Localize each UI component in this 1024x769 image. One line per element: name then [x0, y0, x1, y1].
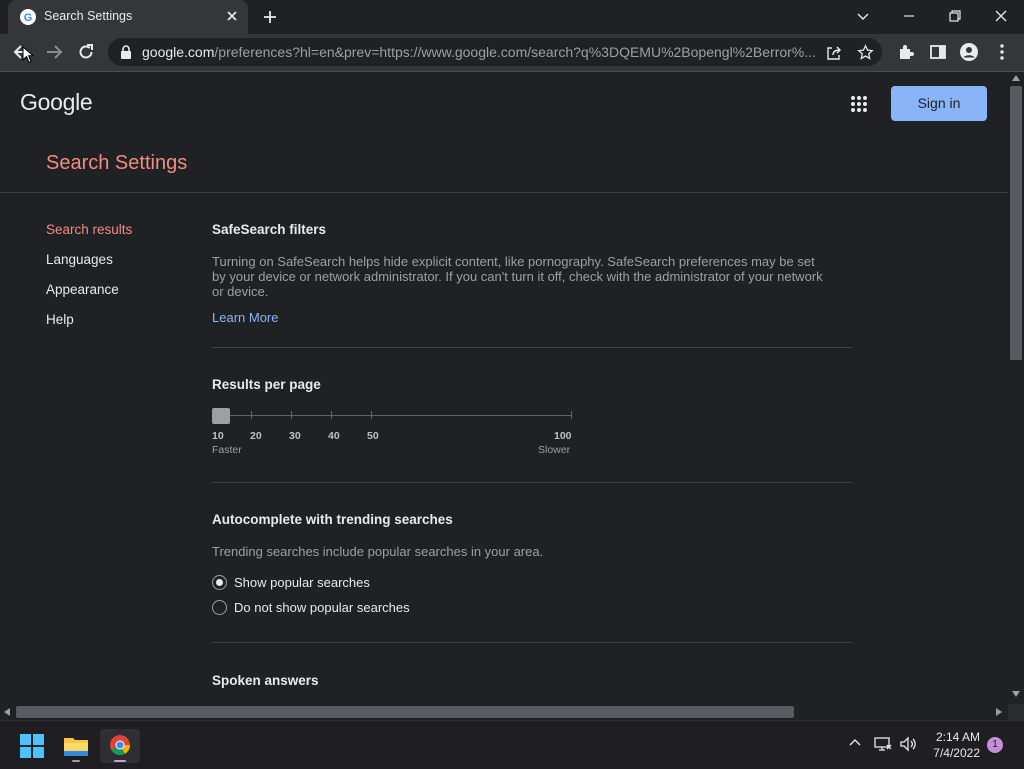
- new-tab-icon[interactable]: [262, 9, 278, 25]
- vertical-scrollbar[interactable]: [1008, 72, 1024, 704]
- scroll-up-icon[interactable]: [1012, 75, 1020, 81]
- safesearch-heading: SafeSearch filters: [212, 222, 327, 237]
- slider-label-10: 10: [212, 430, 224, 442]
- section-divider: [212, 347, 852, 348]
- settings-nav: Search results Languages Appearance Help: [46, 222, 132, 342]
- results-per-page-slider[interactable]: [212, 408, 572, 424]
- tab-title: Search Settings: [44, 9, 133, 23]
- google-favicon-icon: G: [20, 9, 36, 25]
- system-clock[interactable]: 2:14 AM 7/4/2022: [924, 729, 980, 761]
- nav-help[interactable]: Help: [46, 312, 132, 342]
- horizontal-scroll-thumb[interactable]: [16, 706, 794, 718]
- radio-show-popular[interactable]: [212, 575, 227, 590]
- svg-text:G: G: [24, 12, 33, 24]
- slider-tick: [331, 411, 332, 419]
- scroll-right-icon[interactable]: [996, 708, 1002, 716]
- slider-slower-label: Slower: [538, 444, 571, 456]
- radio-show-popular-label[interactable]: Show popular searches: [234, 575, 370, 590]
- results-per-page-heading: Results per page: [212, 377, 321, 392]
- nav-appearance[interactable]: Appearance: [46, 282, 132, 312]
- reload-icon[interactable]: [77, 43, 95, 61]
- bookmark-star-icon[interactable]: [857, 44, 874, 61]
- lock-icon[interactable]: [120, 45, 132, 59]
- nav-search-results[interactable]: Search results: [46, 222, 132, 252]
- tab-search-chevron-icon[interactable]: [856, 9, 870, 23]
- section-divider: [212, 482, 852, 483]
- mouse-cursor-icon: [22, 46, 34, 64]
- tab-strip: G Search Settings: [0, 0, 1024, 34]
- google-logo[interactable]: Google: [20, 89, 93, 116]
- safesearch-description-line-2: by your device or network administrator.…: [212, 269, 823, 284]
- slider-label-20: 20: [250, 430, 262, 442]
- profile-icon[interactable]: [960, 43, 978, 61]
- start-button[interactable]: [12, 729, 52, 763]
- tab-search-settings[interactable]: G Search Settings: [8, 0, 248, 34]
- header-divider: [0, 192, 1008, 193]
- url-host: google.com: [142, 44, 215, 60]
- slider-thumb[interactable]: [212, 408, 230, 424]
- nav-languages[interactable]: Languages: [46, 252, 132, 282]
- slider-tick: [291, 411, 292, 419]
- clock-time: 2:14 AM: [935, 730, 980, 744]
- scroll-down-icon[interactable]: [1012, 691, 1020, 697]
- page-viewport: Google Sign in Search Settings Search re…: [0, 72, 1008, 704]
- slider-label-30: 30: [289, 430, 301, 442]
- show-hidden-icons-icon[interactable]: [848, 736, 862, 750]
- safesearch-description-line-3: or device.: [212, 284, 269, 299]
- network-icon[interactable]: [874, 736, 892, 752]
- clock-date: 7/4/2022: [933, 746, 980, 760]
- volume-icon[interactable]: [899, 736, 917, 752]
- file-explorer-icon[interactable]: [56, 729, 96, 763]
- scrollbar-corner: [1008, 704, 1024, 720]
- forward-icon[interactable]: [44, 43, 64, 61]
- notification-badge[interactable]: 1: [987, 737, 1003, 753]
- tab-close-icon[interactable]: [226, 10, 238, 22]
- side-panel-icon[interactable]: [929, 43, 947, 61]
- slider-label-40: 40: [328, 430, 340, 442]
- slider-tick: [371, 411, 372, 419]
- slider-tick: [251, 411, 252, 419]
- slider-label-50: 50: [367, 430, 379, 442]
- scroll-left-icon[interactable]: [4, 708, 10, 716]
- radio-hide-popular[interactable]: [212, 600, 227, 615]
- apps-grid-icon[interactable]: [850, 95, 868, 113]
- section-divider: [212, 642, 852, 643]
- learn-more-link[interactable]: Learn More: [212, 310, 278, 325]
- share-icon[interactable]: [826, 45, 842, 61]
- chrome-taskbar-icon[interactable]: [100, 729, 140, 763]
- url-path: /preferences?hl=en&prev=https://www.goog…: [214, 44, 816, 60]
- menu-kebab-icon[interactable]: [994, 43, 1010, 61]
- page-title: Search Settings: [46, 152, 188, 174]
- address-bar[interactable]: google.com/preferences?hl=en&prev=https:…: [108, 38, 882, 66]
- slider-faster-label: Faster: [212, 444, 242, 456]
- spoken-answers-heading: Spoken answers: [212, 673, 319, 688]
- radio-hide-popular-label[interactable]: Do not show popular searches: [234, 600, 410, 615]
- taskbar: 2:14 AM 7/4/2022 1: [0, 720, 1024, 769]
- vertical-scroll-thumb[interactable]: [1010, 86, 1022, 360]
- autocomplete-description: Trending searches include popular search…: [212, 544, 544, 559]
- url-text[interactable]: google.com/preferences?hl=en&prev=https:…: [142, 44, 822, 60]
- autocomplete-heading: Autocomplete with trending searches: [212, 512, 453, 527]
- slider-label-100: 100: [554, 430, 572, 442]
- minimize-icon[interactable]: [902, 9, 916, 23]
- slider-track[interactable]: [212, 415, 572, 416]
- horizontal-scrollbar[interactable]: [0, 704, 1008, 720]
- safesearch-description-line-1: Turning on SafeSearch helps hide explici…: [212, 254, 815, 269]
- restore-icon[interactable]: [948, 9, 962, 23]
- browser-toolbar: google.com/preferences?hl=en&prev=https:…: [0, 34, 1024, 72]
- sign-in-button[interactable]: Sign in: [891, 86, 987, 121]
- slider-tick: [571, 411, 572, 419]
- extensions-icon[interactable]: [897, 43, 915, 61]
- close-window-icon[interactable]: [994, 9, 1008, 23]
